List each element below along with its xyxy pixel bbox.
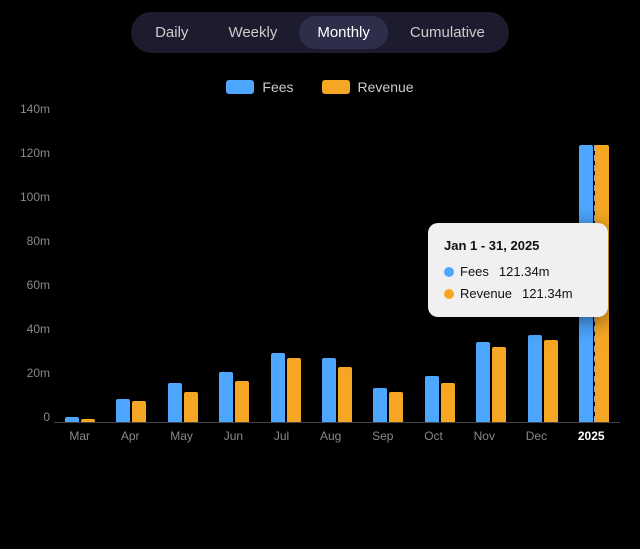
tooltip-title: Jan 1 - 31, 2025: [444, 235, 592, 257]
fees-color-box: [226, 80, 254, 94]
y-label-120: 120m: [10, 147, 50, 159]
tooltip-revenue-value: 121.34m: [522, 283, 573, 305]
tooltip-fees-value: 121.34m: [499, 261, 550, 283]
revenue-bar-aug[interactable]: [338, 367, 352, 422]
x-label-2025: 2025: [578, 429, 605, 443]
chart-area: 0 20m 40m 60m 80m 100m 120m 140m MarAprM…: [10, 103, 630, 483]
bar-group-may[interactable]: [168, 383, 198, 422]
tab-cumulative[interactable]: Cumulative: [392, 16, 503, 49]
x-label-nov: Nov: [474, 429, 495, 443]
fees-bar-sep[interactable]: [373, 388, 387, 422]
x-label-jun: Jun: [224, 429, 243, 443]
bar-group-mar[interactable]: [65, 417, 95, 422]
revenue-bar-dec[interactable]: [544, 340, 558, 422]
fees-bar-jul[interactable]: [271, 353, 285, 422]
revenue-bar-jun[interactable]: [235, 381, 249, 422]
y-label-60: 60m: [10, 279, 50, 291]
revenue-bar-sep[interactable]: [389, 392, 403, 422]
revenue-bar-jul[interactable]: [287, 358, 301, 422]
x-label-dec: Dec: [526, 429, 547, 443]
y-label-80: 80m: [10, 235, 50, 247]
bar-group-dec[interactable]: [528, 335, 558, 422]
fees-bar-oct[interactable]: [425, 376, 439, 422]
bar-group-jun[interactable]: [219, 372, 249, 422]
x-label-aug: Aug: [320, 429, 341, 443]
fees-bar-mar[interactable]: [65, 417, 79, 422]
fees-bar-dec[interactable]: [528, 335, 542, 422]
tooltip-fees-row: Fees 121.34m: [444, 261, 592, 283]
x-axis: Mar Apr May Jun Jul Aug Sep Oct Nov Dec 2025: [54, 429, 620, 443]
revenue-color-box: [322, 80, 350, 94]
bar-group-apr[interactable]: [116, 399, 146, 422]
bar-group-oct[interactable]: [425, 376, 455, 422]
fees-bar-may[interactable]: [168, 383, 182, 422]
x-label-mar: Mar: [69, 429, 90, 443]
revenue-bar-oct[interactable]: [441, 383, 455, 422]
y-label-140: 140m: [10, 103, 50, 115]
fees-bar-aug[interactable]: [322, 358, 336, 422]
tab-daily[interactable]: Daily: [137, 16, 206, 49]
tab-bar: Daily Weekly Monthly Cumulative: [0, 0, 640, 63]
fees-label: Fees: [262, 79, 293, 95]
revenue-bar-apr[interactable]: [132, 401, 146, 422]
bar-group-nov[interactable]: [476, 342, 506, 422]
x-label-oct: Oct: [424, 429, 443, 443]
y-label-40: 40m: [10, 323, 50, 335]
fees-bar-apr[interactable]: [116, 399, 130, 422]
fees-bar-nov[interactable]: [476, 342, 490, 422]
bar-group-aug[interactable]: [322, 358, 352, 422]
legend: Fees Revenue: [0, 79, 640, 95]
tooltip-revenue-row: Revenue 121.34m: [444, 283, 592, 305]
tooltip-revenue-label: Revenue: [460, 283, 512, 305]
y-label-0: 0: [10, 411, 50, 423]
revenue-label: Revenue: [358, 79, 414, 95]
y-axis: 0 20m 40m 60m 80m 100m 120m 140m: [10, 103, 50, 423]
tooltip-revenue-dot: [444, 289, 454, 299]
tab-weekly[interactable]: Weekly: [210, 16, 295, 49]
legend-fees: Fees: [226, 79, 293, 95]
tooltip-fees-dot: [444, 267, 454, 277]
revenue-bar-mar[interactable]: [81, 419, 95, 422]
bar-group-jul[interactable]: [271, 353, 301, 422]
revenue-bar-nov[interactable]: [492, 347, 506, 422]
y-label-100: 100m: [10, 191, 50, 203]
fees-bar-jun[interactable]: [219, 372, 233, 422]
revenue-bar-may[interactable]: [184, 392, 198, 422]
x-label-apr: Apr: [121, 429, 140, 443]
x-label-sep: Sep: [372, 429, 393, 443]
x-label-jul: Jul: [274, 429, 289, 443]
tooltip: Jan 1 - 31, 2025 Fees 121.34m Revenue 12…: [428, 223, 608, 317]
tooltip-fees-label: Fees: [460, 261, 489, 283]
legend-revenue: Revenue: [322, 79, 414, 95]
bar-group-sep[interactable]: [373, 388, 403, 422]
x-label-may: May: [170, 429, 193, 443]
tab-monthly[interactable]: Monthly: [299, 16, 388, 49]
y-label-20: 20m: [10, 367, 50, 379]
